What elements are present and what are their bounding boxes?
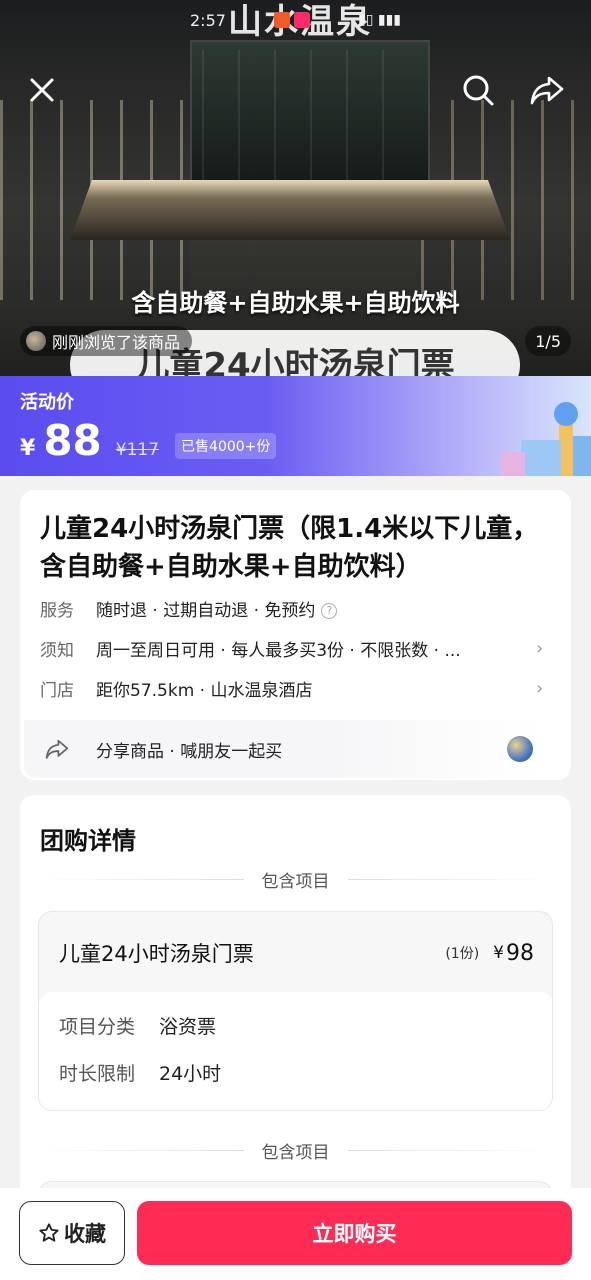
included-item-name: 儿童24小时汤泉门票 [59, 942, 254, 966]
status-app-icons [273, 12, 310, 28]
share-product-row[interactable]: 分享商品 · 喊朋友一起买 [24, 720, 539, 778]
attribute-value: 24小时 [159, 1063, 222, 1085]
included-item-currency: ¥ [493, 943, 504, 963]
buy-now-button[interactable]: 立即购买 [137, 1201, 572, 1265]
divider-line-left [40, 878, 244, 880]
divider-line-right [347, 878, 551, 880]
included-items-label: 包含项目 [261, 871, 330, 892]
help-icon[interactable]: ? [321, 602, 338, 619]
sold-count: 已售4000+份 [175, 433, 277, 459]
share-icon [45, 739, 69, 759]
attribute-row: 时长限制 24小时 [59, 1059, 459, 1086]
included-items-divider: 包含项目 [40, 867, 551, 892]
close-icon [30, 78, 54, 102]
promo-label: 活动价 [20, 392, 74, 413]
status-signal-icons: ▮▯ ▮▮▮ [358, 12, 401, 28]
share-product-text: 分享商品 · 喊朋友一起买 [96, 741, 283, 762]
promo-decoration-icon [501, 402, 591, 476]
currency-symbol: ¥ [20, 436, 36, 461]
promo-price-box: ¥ 88 ¥117 已售4000+份 [20, 416, 277, 465]
search-icon [463, 75, 494, 106]
favorite-button[interactable]: 收藏 [19, 1201, 125, 1265]
hero-canopy [70, 180, 510, 240]
product-title: 儿童24小时汤泉门票（限1.4米以下儿童，含自助餐+自助水果+自助饮料） [40, 514, 539, 582]
service-row[interactable]: 服务 随时退 · 过期自动退 · 免预约? [40, 594, 550, 622]
divider-line-right [347, 1149, 551, 1151]
store-row[interactable]: 门店 距你57.5km · 山水温泉酒店 › [40, 674, 550, 702]
attribute-key: 项目分类 [59, 1016, 136, 1038]
notice-value: 周一至周日可用 · 每人最多买3份 · 不限张数 · ... [96, 640, 461, 661]
promo-price: 88 [43, 416, 102, 465]
hero-overlay-line1: 含自助餐+自助水果+自助饮料 [131, 289, 460, 317]
promo-price-banner: 活动价 ¥ 88 ¥117 已售4000+份 [0, 376, 591, 476]
viewer-avatar [26, 331, 46, 351]
store-value: 距你57.5km · 山水温泉酒店 [96, 680, 313, 701]
chevron-right-icon: › [536, 637, 544, 659]
star-icon [39, 1223, 59, 1242]
close-button[interactable] [22, 70, 62, 110]
chevron-right-icon: › [536, 677, 544, 699]
app-notify-icon [273, 12, 290, 28]
divider-line-left [40, 1149, 244, 1151]
included-items-divider: 包含项目 [40, 1138, 551, 1163]
notice-row[interactable]: 须知 周一至周日可用 · 每人最多买3份 · 不限张数 · ... › [40, 634, 550, 662]
recently-viewed-text: 刚刚浏览了该商品 [52, 333, 181, 352]
product-info-card: 儿童24小时汤泉门票（限1.4米以下儿童，含自助餐+自助水果+自助饮料） 服务 … [20, 490, 571, 780]
details-section-title: 团购详情 [40, 827, 136, 855]
included-items-label: 包含项目 [261, 1142, 330, 1163]
friend-avatar [507, 736, 533, 762]
attribute-value: 浴资票 [159, 1016, 217, 1038]
included-item-price: 98 [506, 940, 534, 966]
notice-key: 须知 [40, 640, 74, 661]
product-image-carousel[interactable]: 山水温泉 含自助餐+自助水果+自助饮料 儿童24小时汤泉门票 2:57 ▮▯ ▮… [0, 0, 591, 376]
status-time: 2:57 [190, 10, 226, 30]
favorite-label: 收藏 [64, 1222, 106, 1246]
service-value: 随时退 · 过期自动退 · 免预约? [96, 596, 550, 621]
recently-viewed-pill: 刚刚浏览了该商品 [20, 326, 193, 356]
included-item-header: 儿童24小时汤泉门票 (1份) ¥ 98 [59, 938, 534, 968]
bottom-action-bar: 收藏 立即购买 [0, 1188, 591, 1280]
group-buy-details-card: 团购详情 包含项目 儿童24小时汤泉门票 (1份) ¥ 98 项目分类 浴资票 … [20, 795, 571, 1221]
search-button[interactable] [458, 70, 498, 110]
attribute-row: 项目分类 浴资票 [59, 1012, 459, 1039]
original-price: ¥117 [115, 440, 160, 460]
status-bar: 2:57 ▮▯ ▮▮▮ [0, 0, 591, 40]
share-icon [530, 76, 564, 105]
included-item-attributes: 项目分类 浴资票 时长限制 24小时 [39, 992, 552, 1110]
hero-building [190, 40, 430, 190]
included-item-card: 儿童24小时汤泉门票 (1份) ¥ 98 项目分类 浴资票 时长限制 24小时 [38, 911, 553, 1111]
service-value-text: 随时退 · 过期自动退 · 免预约 [96, 600, 316, 621]
image-page-indicator: 1/5 [525, 326, 571, 356]
share-button[interactable] [527, 70, 567, 110]
app-notify-icon-2 [293, 12, 310, 28]
service-key: 服务 [40, 600, 74, 621]
store-key: 门店 [40, 680, 74, 701]
included-item-qty: (1份) [445, 946, 480, 962]
attribute-key: 时长限制 [59, 1063, 136, 1085]
